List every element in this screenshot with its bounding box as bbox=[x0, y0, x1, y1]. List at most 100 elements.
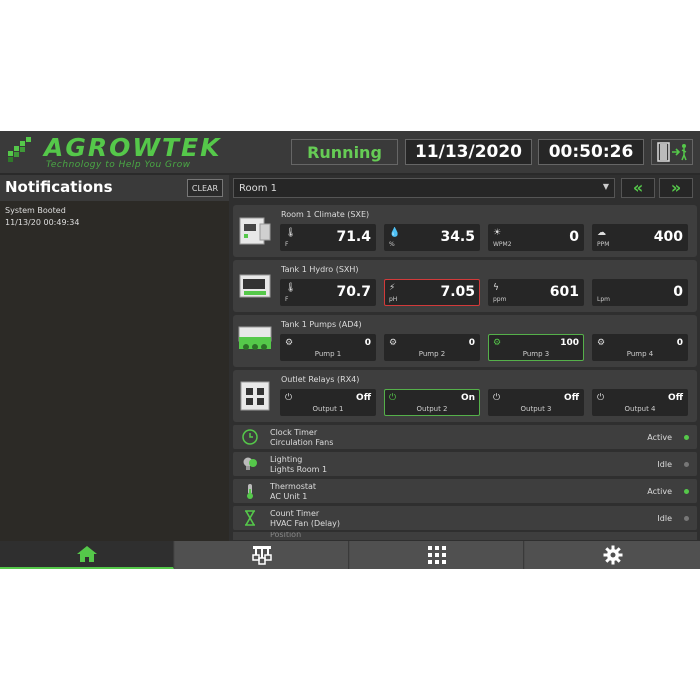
pump-controller-image bbox=[238, 326, 272, 350]
timer-type: Clock Timer bbox=[270, 428, 318, 437]
tile-label: Output 3 bbox=[520, 405, 552, 413]
sensor-tile-ph[interactable]: ⚡ pH 7.05 bbox=[384, 279, 480, 306]
pump-icon: ⚙ bbox=[389, 338, 398, 348]
pump-icon: ⚙ bbox=[597, 338, 606, 348]
tile-unit: ppm bbox=[493, 296, 507, 303]
tile-value: 71.4 bbox=[336, 229, 371, 245]
power-icon: ⏻ bbox=[285, 393, 293, 403]
clock-icon bbox=[242, 429, 258, 445]
timer-row-position[interactable]: Position bbox=[233, 532, 697, 540]
tile-value: On bbox=[460, 393, 475, 403]
tile-label: Pump 1 bbox=[314, 350, 342, 358]
power-icon: ⏻ bbox=[493, 393, 501, 403]
device-card-pumps[interactable]: Tank 1 Pumps (AD4) ⚙ 0 Pump 1 ⚙ 0 Pump 2… bbox=[233, 315, 697, 367]
pump-tile-2[interactable]: ⚙ 0 Pump 2 bbox=[384, 334, 480, 361]
timer-row-thermostat[interactable]: Thermostat AC Unit 1 Active bbox=[233, 479, 697, 503]
room-select-value: Room 1 bbox=[239, 182, 278, 194]
notifications-header: Notifications CLEAR bbox=[0, 175, 229, 201]
tile-unit: PPM bbox=[597, 241, 610, 248]
tile-value: 0 bbox=[673, 284, 683, 300]
ph-icon: ⚡ bbox=[389, 283, 396, 293]
tile-unit: pH bbox=[389, 296, 398, 303]
double-chevron-right-icon: » bbox=[670, 178, 682, 197]
sun-icon: ☀ bbox=[493, 228, 502, 238]
sensor-tile-water-temp[interactable]: 🌡 F 70.7 bbox=[280, 279, 376, 306]
sensor-tile-temperature[interactable]: 🌡 F 71.4 bbox=[280, 224, 376, 251]
timer-row-lighting[interactable]: Lighting Lights Room 1 Idle bbox=[233, 452, 697, 476]
pump-icon: ⚙ bbox=[285, 338, 294, 348]
timer-status: Idle bbox=[657, 460, 672, 469]
timer-row-count[interactable]: Count Timer HVAC Fan (Delay) Idle bbox=[233, 506, 697, 530]
agrowtek-logo: AGROWTEK Technology to Help You Grow bbox=[6, 133, 256, 171]
thermometer-icon: 🌡 bbox=[285, 283, 297, 293]
thermometer-icon bbox=[247, 484, 253, 499]
pump-tile-4[interactable]: ⚙ 0 Pump 4 bbox=[592, 334, 688, 361]
device-card-relays[interactable]: Outlet Relays (RX4) ⏻ Off Output 1 ⏻ On … bbox=[233, 370, 697, 422]
run-status-button[interactable]: Running bbox=[291, 139, 398, 165]
time-display[interactable]: 00:50:26 bbox=[538, 139, 644, 165]
output-tile-4[interactable]: ⏻ Off Output 4 bbox=[592, 389, 688, 416]
sensor-tile-humidity[interactable]: 💧 % 34.5 bbox=[384, 224, 480, 251]
device-title: Room 1 Climate (SXE) bbox=[281, 210, 370, 219]
exit-button[interactable] bbox=[651, 139, 693, 165]
timer-type: Thermostat bbox=[270, 482, 317, 491]
device-network-icon bbox=[251, 546, 272, 565]
device-title: Tank 1 Pumps (AD4) bbox=[281, 320, 362, 329]
sensor-tile-conductivity[interactable]: ϟ ppm 601 bbox=[488, 279, 584, 306]
power-icon: ⏻ bbox=[597, 393, 605, 403]
timer-name: Lights Room 1 bbox=[270, 465, 328, 474]
output-tile-2[interactable]: ⏻ On Output 2 bbox=[384, 389, 480, 416]
timer-row-clock[interactable]: Clock Timer Circulation Fans Active bbox=[233, 425, 697, 449]
sensor-tile-co2[interactable]: ☁ PPM 400 bbox=[592, 224, 688, 251]
nav-apps-button[interactable] bbox=[350, 541, 524, 569]
device-title: Outlet Relays (RX4) bbox=[281, 375, 360, 384]
pump-tile-3[interactable]: ⚙ 100 Pump 3 bbox=[488, 334, 584, 361]
nav-settings-button[interactable] bbox=[525, 541, 700, 569]
tile-unit: F bbox=[285, 296, 289, 303]
nav-home-button[interactable] bbox=[0, 541, 174, 569]
tile-value: 0 bbox=[569, 229, 579, 245]
tile-value: Off bbox=[564, 393, 579, 403]
app-screen: AGROWTEK Technology to Help You Grow Run… bbox=[0, 131, 700, 569]
timer-type: Lighting bbox=[270, 455, 303, 464]
timer-name: Circulation Fans bbox=[270, 438, 334, 447]
relay-outlet-image bbox=[240, 381, 270, 411]
room-select[interactable]: Room 1 ▼ bbox=[233, 178, 615, 198]
logo-text: AGROWTEK bbox=[44, 133, 222, 162]
status-dot bbox=[684, 462, 689, 467]
tile-value: 400 bbox=[653, 229, 683, 245]
thermometer-icon: 🌡 bbox=[285, 228, 297, 238]
tile-label: Output 2 bbox=[416, 405, 448, 413]
timer-status: Idle bbox=[657, 514, 672, 523]
header-bar: AGROWTEK Technology to Help You Grow Run… bbox=[0, 131, 700, 175]
sensor-tile-flow[interactable]: Lpm 0 bbox=[592, 279, 688, 306]
next-room-button[interactable]: » bbox=[659, 178, 693, 198]
tile-unit: % bbox=[389, 241, 395, 248]
tile-label: Output 1 bbox=[312, 405, 344, 413]
output-tile-1[interactable]: ⏻ Off Output 1 bbox=[280, 389, 376, 416]
date-display[interactable]: 11/13/2020 bbox=[405, 139, 532, 165]
tile-value: 34.5 bbox=[440, 229, 475, 245]
pump-tile-1[interactable]: ⚙ 0 Pump 1 bbox=[280, 334, 376, 361]
nav-devices-button[interactable] bbox=[175, 541, 349, 569]
exit-door-icon bbox=[657, 142, 687, 162]
timer-name: HVAC Fan (Delay) bbox=[270, 519, 341, 528]
notifications-title: Notifications bbox=[5, 178, 113, 196]
hourglass-icon bbox=[245, 510, 255, 526]
tile-unit: WPM2 bbox=[493, 241, 512, 248]
timer-type: Count Timer bbox=[270, 509, 320, 518]
logo-mark-icon bbox=[8, 137, 31, 162]
prev-room-button[interactable]: « bbox=[621, 178, 655, 198]
logo-tagline: Technology to Help You Grow bbox=[46, 160, 191, 170]
output-tile-3[interactable]: ⏻ Off Output 3 bbox=[488, 389, 584, 416]
device-title: Tank 1 Hydro (SXH) bbox=[281, 265, 359, 274]
clear-button[interactable]: CLEAR bbox=[187, 179, 223, 197]
timer-status: Active bbox=[647, 433, 672, 442]
device-card-climate[interactable]: Room 1 Climate (SXE) 🌡 F 71.4 💧 % 34.5 ☀… bbox=[233, 205, 697, 257]
sensor-tile-light[interactable]: ☀ WPM2 0 bbox=[488, 224, 584, 251]
light-bulb-icon bbox=[243, 457, 257, 470]
double-chevron-left-icon: « bbox=[632, 178, 644, 197]
tile-value: 100 bbox=[560, 338, 579, 348]
device-card-hydro[interactable]: Tank 1 Hydro (SXH) 🌡 F 70.7 ⚡ pH 7.05 ϟ … bbox=[233, 260, 697, 312]
caret-down-icon: ▼ bbox=[602, 182, 609, 191]
